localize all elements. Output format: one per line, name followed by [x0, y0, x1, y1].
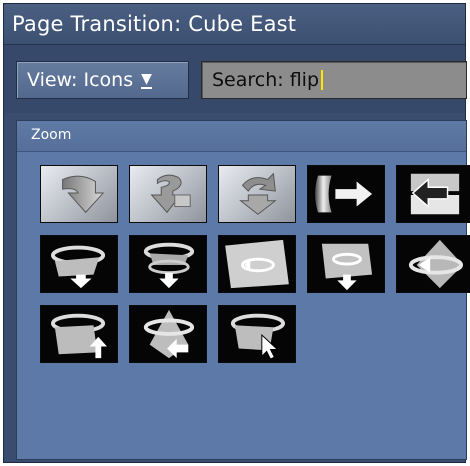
view-dropdown-button[interactable]: View: Icons ▼	[16, 61, 189, 99]
question-arrow-down-icon	[150, 174, 191, 214]
zoom-panel-title: Zoom	[31, 127, 72, 143]
rotate-box-icon	[225, 239, 289, 289]
rotate-box-down-icon	[321, 243, 373, 291]
rotate-cursor-icon	[230, 313, 285, 360]
flip-right-arrow-icon	[315, 175, 373, 213]
rotate-pyramid-icon	[408, 239, 463, 289]
dropdown-arrow-icon: ▼	[141, 70, 152, 89]
transition-tile[interactable]	[218, 235, 296, 293]
transition-tile[interactable]	[129, 305, 207, 363]
transition-tile[interactable]	[40, 305, 118, 363]
title-bar: Page Transition: Cube East	[4, 4, 465, 45]
transition-tile[interactable]	[307, 165, 385, 223]
view-dropdown-label: View: Icons	[27, 69, 134, 91]
transition-tile[interactable]	[129, 165, 207, 223]
rotate-down-icon	[51, 245, 106, 289]
zoom-panel-header[interactable]: Zoom	[17, 121, 466, 152]
rotate-pyramid-left-icon	[143, 309, 195, 359]
transition-tile[interactable]	[396, 165, 470, 223]
transition-window: Page Transition: Cube East View: Icons ▼…	[3, 3, 470, 463]
zoom-panel: Zoom	[16, 120, 470, 460]
transition-icon-grid	[40, 165, 470, 365]
transition-tile[interactable]	[129, 235, 207, 293]
toolbar: View: Icons ▼ Search: flip	[4, 45, 467, 113]
transition-tile[interactable]	[218, 165, 296, 223]
transition-tile[interactable]	[218, 305, 296, 363]
search-input[interactable]: Search: flip	[201, 61, 467, 99]
rotate-stack-down-icon	[143, 242, 195, 289]
search-input-value: Search: flip	[212, 69, 320, 91]
curved-arrow-down-icon	[62, 175, 105, 214]
spin-arrow-icon	[239, 172, 277, 215]
transition-tile[interactable]	[307, 235, 385, 293]
window-title: Page Transition: Cube East	[12, 12, 297, 36]
transition-tile[interactable]	[40, 165, 118, 223]
transition-tile[interactable]	[40, 235, 118, 293]
flip-left-arrow-icon	[410, 173, 460, 215]
transition-tile[interactable]	[396, 235, 470, 293]
text-caret	[321, 70, 324, 90]
rotate-cube-up-icon	[51, 313, 107, 359]
